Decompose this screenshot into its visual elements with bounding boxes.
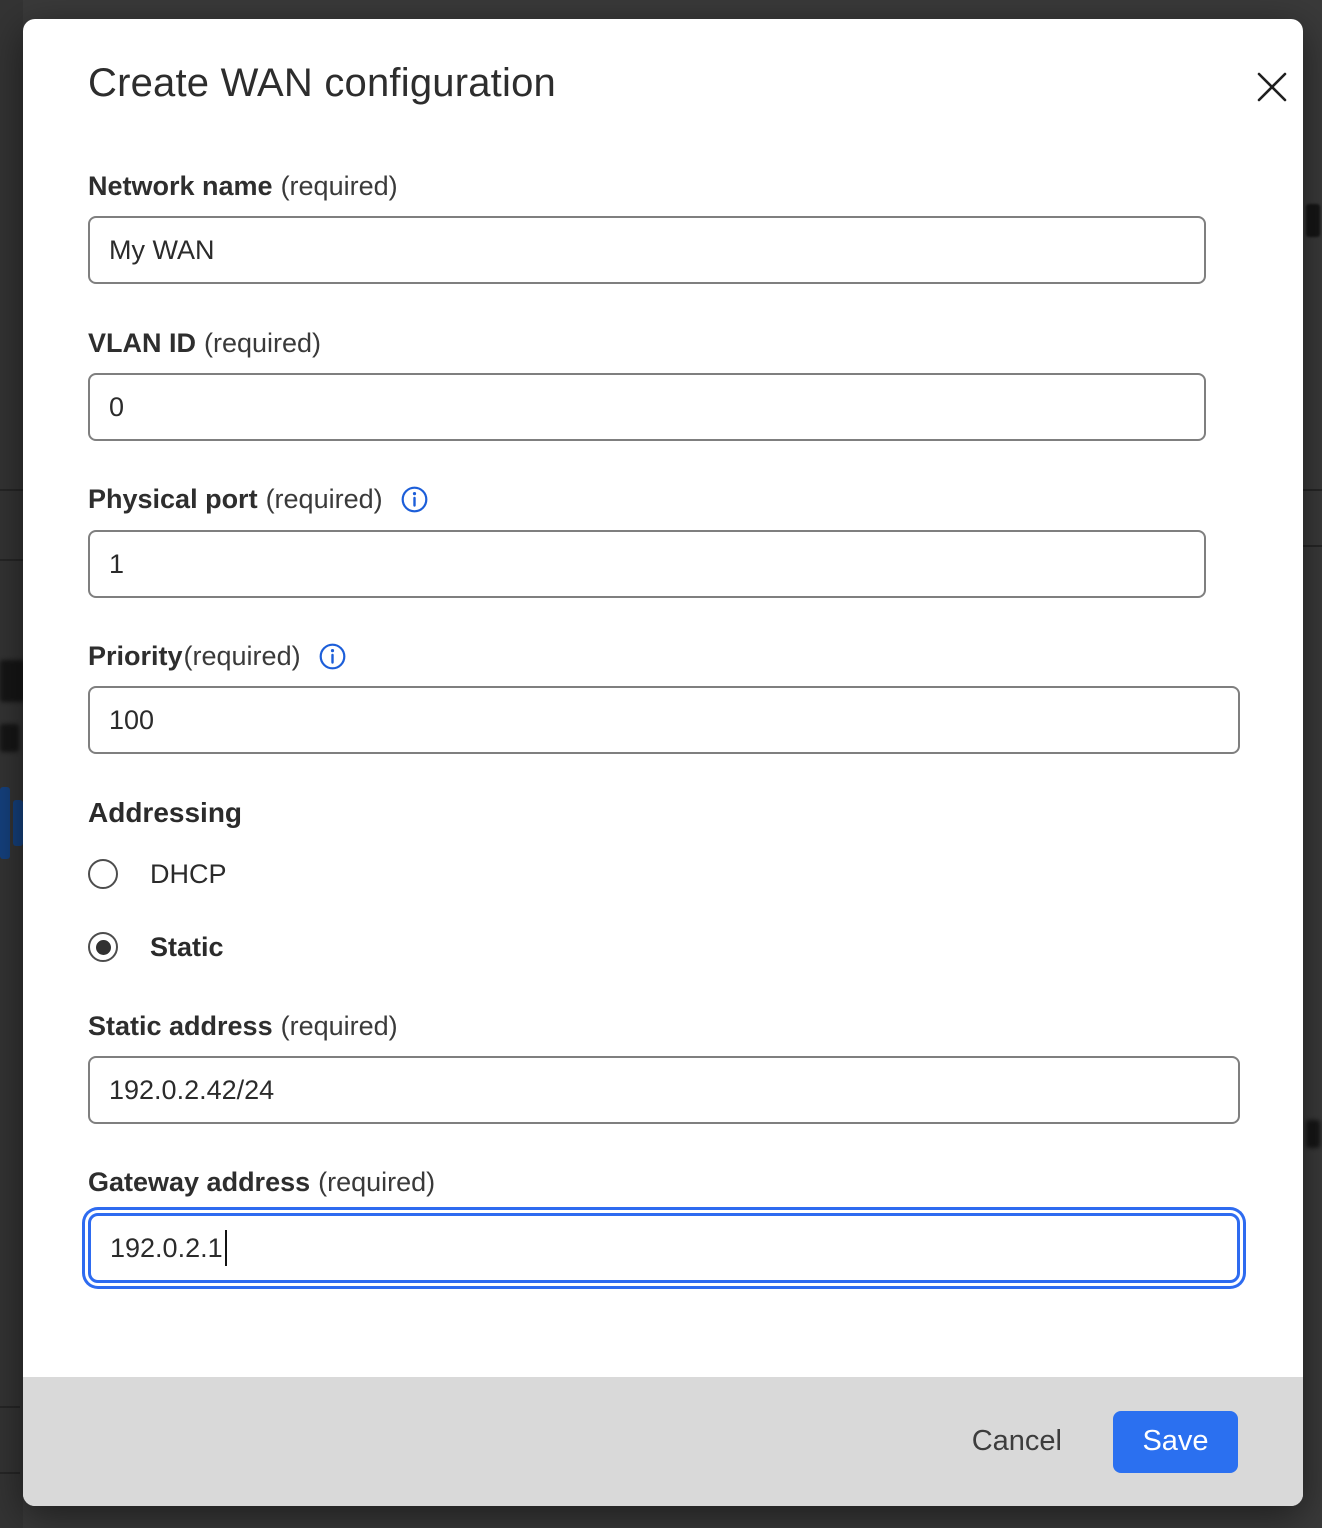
physical-port-input[interactable] xyxy=(88,530,1206,598)
priority-label: Priority (required) xyxy=(88,638,346,674)
addressing-option-static[interactable]: Static xyxy=(88,929,224,965)
addressing-heading: Addressing xyxy=(88,795,242,831)
radio-label: DHCP xyxy=(150,859,227,890)
backdrop-text-fragment xyxy=(0,660,25,702)
static-address-label: Static address (required) xyxy=(88,1008,398,1044)
backdrop-text-fragment xyxy=(0,724,19,752)
close-button[interactable] xyxy=(1233,48,1277,92)
network-name-label: Network name (required) xyxy=(88,168,398,204)
text-caret xyxy=(225,1230,227,1266)
dialog-footer: Cancel Save xyxy=(23,1377,1303,1506)
radio-label: Static xyxy=(150,932,224,963)
addressing-option-dhcp[interactable]: DHCP xyxy=(88,856,227,892)
backdrop-left-strip xyxy=(0,0,23,1528)
screen: { "dialog": { "title": "Create WAN confi… xyxy=(0,0,1322,1528)
vlan-id-input[interactable] xyxy=(88,373,1206,441)
backdrop-blue-button-fragment xyxy=(0,787,10,859)
backdrop-table-line xyxy=(0,1406,20,1408)
radio-icon[interactable] xyxy=(88,932,118,962)
backdrop-blue-button-fragment xyxy=(13,800,23,846)
priority-input[interactable] xyxy=(88,686,1240,754)
backdrop-table-line xyxy=(0,489,23,491)
cancel-button[interactable]: Cancel xyxy=(970,1419,1064,1464)
backdrop-text-fragment xyxy=(1306,204,1320,237)
backdrop-table-line xyxy=(1303,545,1322,547)
info-icon[interactable] xyxy=(319,643,346,670)
radio-icon[interactable] xyxy=(88,859,118,889)
dialog-title: Create WAN configuration xyxy=(88,57,556,109)
static-address-input[interactable] xyxy=(88,1056,1240,1124)
vlan-id-label: VLAN ID (required) xyxy=(88,325,321,361)
backdrop-table-line xyxy=(0,1472,20,1474)
gateway-address-label: Gateway address (required) xyxy=(88,1164,435,1200)
backdrop-text-fragment xyxy=(1306,1120,1320,1148)
backdrop-table-line xyxy=(0,559,23,561)
backdrop-table-line xyxy=(1303,489,1322,491)
save-button[interactable]: Save xyxy=(1113,1411,1238,1473)
info-icon[interactable] xyxy=(401,486,428,513)
create-wan-dialog: Create WAN configuration Network name (r… xyxy=(23,19,1303,1506)
network-name-input[interactable] xyxy=(88,216,1206,284)
gateway-address-input[interactable]: 192.0.2.1 xyxy=(88,1213,1240,1283)
physical-port-label: Physical port (required) xyxy=(88,481,428,517)
